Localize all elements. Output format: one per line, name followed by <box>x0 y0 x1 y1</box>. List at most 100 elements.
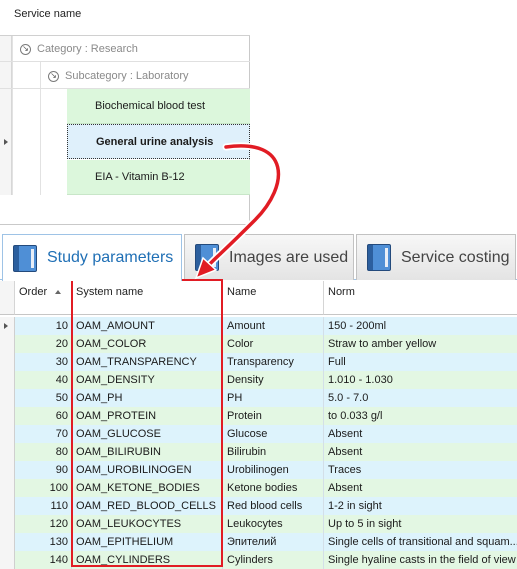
table-row[interactable]: 140 OAM_CYLINDERS Cylinders Single hyaline … <box>0 551 517 569</box>
cell-norm[interactable]: Full <box>324 353 517 371</box>
cell-system-name[interactable]: OAM_DENSITY <box>72 371 223 389</box>
row-indicator <box>0 407 15 425</box>
cell-order[interactable]: 80 <box>15 443 72 461</box>
cell-order[interactable]: 20 <box>15 335 72 353</box>
column-header-system-name[interactable]: System name <box>72 281 223 315</box>
cell-name[interactable]: Glucose <box>223 425 324 443</box>
table-row[interactable]: 120 OAM_LEUKOCYTES Leukocytes Up to 5 in si… <box>0 515 517 533</box>
cell-order[interactable]: 50 <box>15 389 72 407</box>
cell-system-name[interactable]: OAM_COLOR <box>72 335 223 353</box>
cell-norm[interactable]: Up to 5 in sight <box>324 515 517 533</box>
cell-norm[interactable]: Single cells of transitional and squam..… <box>324 533 517 551</box>
cell-system-name[interactable]: OAM_LEUKOCYTES <box>72 515 223 533</box>
cell-norm[interactable]: 5.0 - 7.0 <box>324 389 517 407</box>
cell-norm[interactable]: Straw to amber yellow <box>324 335 517 353</box>
service-name-header[interactable]: Service name <box>0 0 250 36</box>
cell-name[interactable]: Color <box>223 335 324 353</box>
table-row[interactable]: 110 OAM_RED_BLOOD_CELLS Red blood cells 1-2… <box>0 497 517 515</box>
tab-service-costing[interactable]: Service costing <box>356 234 516 280</box>
cell-name[interactable]: Transparency <box>223 353 324 371</box>
cell-norm[interactable]: Absent <box>324 425 517 443</box>
cell-name[interactable]: Bilirubin <box>223 443 324 461</box>
cell-name[interactable]: Leukocytes <box>223 515 324 533</box>
column-header-order[interactable]: Order <box>15 281 72 315</box>
cell-norm[interactable]: Single hyaline casts in the field of vie… <box>324 551 517 569</box>
cell-name[interactable]: Red blood cells <box>223 497 324 515</box>
row-indicator <box>0 533 15 551</box>
table-row[interactable]: 30 OAM_TRANSPARENCY Transparency Full <box>0 353 517 371</box>
cell-order[interactable]: 130 <box>15 533 72 551</box>
table-row[interactable]: 20 OAM_COLOR Color Straw to amber yellow <box>0 335 517 353</box>
table-row[interactable]: 80 OAM_BILIRUBIN Bilirubin Absent <box>0 443 517 461</box>
cell-name[interactable]: Urobilinogen <box>223 461 324 479</box>
book-icon <box>367 244 391 271</box>
book-icon <box>195 244 219 271</box>
table-row[interactable]: 50 OAM_PH PH 5.0 - 7.0 <box>0 389 517 407</box>
tab-study-parameters[interactable]: Study parameters <box>2 234 182 281</box>
current-row-icon <box>4 323 8 329</box>
cell-system-name[interactable]: OAM_AMOUNT <box>72 317 223 335</box>
column-header-label: Name <box>227 286 257 298</box>
cell-norm[interactable]: Absent <box>324 479 517 497</box>
cell-system-name[interactable]: OAM_PH <box>72 389 223 407</box>
cell-name[interactable]: Density <box>223 371 324 389</box>
table-row[interactable]: 60 OAM_PROTEIN Protein to 0.033 g/l <box>0 407 517 425</box>
cell-order[interactable]: 90 <box>15 461 72 479</box>
table-row[interactable]: 10 OAM_AMOUNT Amount 150 - 200ml <box>0 317 517 335</box>
cell-norm[interactable]: 1-2 in sight <box>324 497 517 515</box>
service-item[interactable]: Biochemical blood test <box>67 89 250 124</box>
table-row[interactable]: 130 OAM_EPITHELIUM Эпителий Single cells of… <box>0 533 517 551</box>
cell-order[interactable]: 70 <box>15 425 72 443</box>
cell-name[interactable]: PH <box>223 389 324 407</box>
current-row-icon <box>4 139 8 145</box>
subcategory-row[interactable]: ↘ Subcategory : Laboratory <box>48 63 189 89</box>
collapse-icon[interactable]: ↘ <box>48 70 59 82</box>
cell-order[interactable]: 100 <box>15 479 72 497</box>
table-row[interactable]: 70 OAM_GLUCOSE Glucose Absent <box>0 425 517 443</box>
column-header-label: Norm <box>328 286 355 298</box>
cell-norm[interactable]: 150 - 200ml <box>324 317 517 335</box>
column-header-label: System name <box>76 286 144 298</box>
cell-order[interactable]: 40 <box>15 371 72 389</box>
row-indicator <box>0 515 15 533</box>
cell-name[interactable]: Ketone bodies <box>223 479 324 497</box>
cell-system-name[interactable]: OAM_KETONE_BODIES <box>72 479 223 497</box>
cell-order[interactable]: 60 <box>15 407 72 425</box>
service-item-label: EIA - Vitamin B-12 <box>95 171 185 183</box>
table-row[interactable]: 100 OAM_KETONE_BODIES Ketone bodies Absent <box>0 479 517 497</box>
cell-system-name[interactable]: OAM_PROTEIN <box>72 407 223 425</box>
cell-order[interactable]: 120 <box>15 515 72 533</box>
cell-system-name[interactable]: OAM_CYLINDERS <box>72 551 223 569</box>
cell-name[interactable]: Protein <box>223 407 324 425</box>
table-row[interactable]: 40 OAM_DENSITY Density 1.010 - 1.030 <box>0 371 517 389</box>
cell-order[interactable]: 110 <box>15 497 72 515</box>
cell-norm[interactable]: Traces <box>324 461 517 479</box>
service-tree: Service name ↘ Category : Research ↘ Sub… <box>0 0 250 225</box>
cell-order[interactable]: 30 <box>15 353 72 371</box>
cell-system-name[interactable]: OAM_TRANSPARENCY <box>72 353 223 371</box>
collapse-icon[interactable]: ↘ <box>20 43 31 55</box>
cell-norm[interactable]: Absent <box>324 443 517 461</box>
column-header-norm[interactable]: Norm <box>324 281 517 315</box>
service-item[interactable]: EIA - Vitamin B-12 <box>67 160 250 195</box>
cell-name[interactable]: Cylinders <box>223 551 324 569</box>
column-header-name[interactable]: Name <box>223 281 324 315</box>
cell-system-name[interactable]: OAM_BILIRUBIN <box>72 443 223 461</box>
cell-norm[interactable]: 1.010 - 1.030 <box>324 371 517 389</box>
cell-system-name[interactable]: OAM_UROBILINOGEN <box>72 461 223 479</box>
cell-order[interactable]: 10 <box>15 317 72 335</box>
cell-system-name[interactable]: OAM_GLUCOSE <box>72 425 223 443</box>
cell-name[interactable]: Amount <box>223 317 324 335</box>
cell-system-name[interactable]: OAM_EPITHELIUM <box>72 533 223 551</box>
cell-name[interactable]: Эпителий <box>223 533 324 551</box>
tab-images-are-used[interactable]: Images are used <box>184 234 354 280</box>
sort-ascending-icon <box>55 290 62 295</box>
cell-norm[interactable]: to 0.033 g/l <box>324 407 517 425</box>
category-row[interactable]: ↘ Category : Research <box>20 36 138 62</box>
cell-order[interactable]: 140 <box>15 551 72 569</box>
book-icon <box>13 244 37 272</box>
cell-system-name[interactable]: OAM_RED_BLOOD_CELLS <box>72 497 223 515</box>
service-item-selected[interactable]: General urine analysis <box>67 124 250 159</box>
table-row[interactable]: 90 OAM_UROBILINOGEN Urobilinogen Traces <box>0 461 517 479</box>
tab-label: Study parameters <box>47 249 174 266</box>
